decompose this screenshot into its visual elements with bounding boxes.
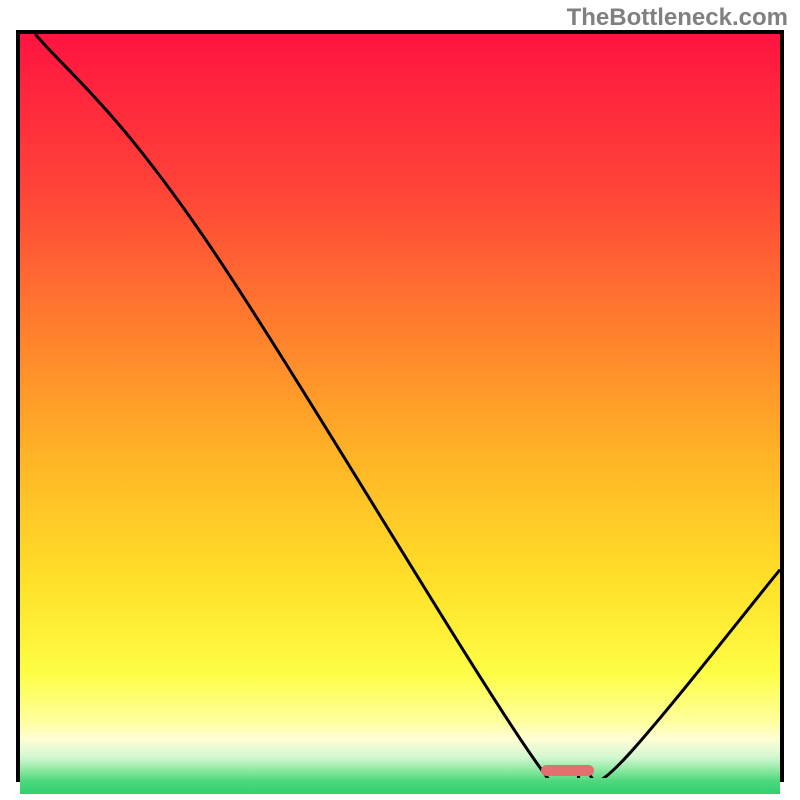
bottleneck-curve — [20, 34, 780, 778]
watermark-text: TheBottleneck.com — [567, 4, 788, 32]
optimal-marker — [541, 765, 594, 776]
chart-plot-area — [16, 30, 784, 782]
